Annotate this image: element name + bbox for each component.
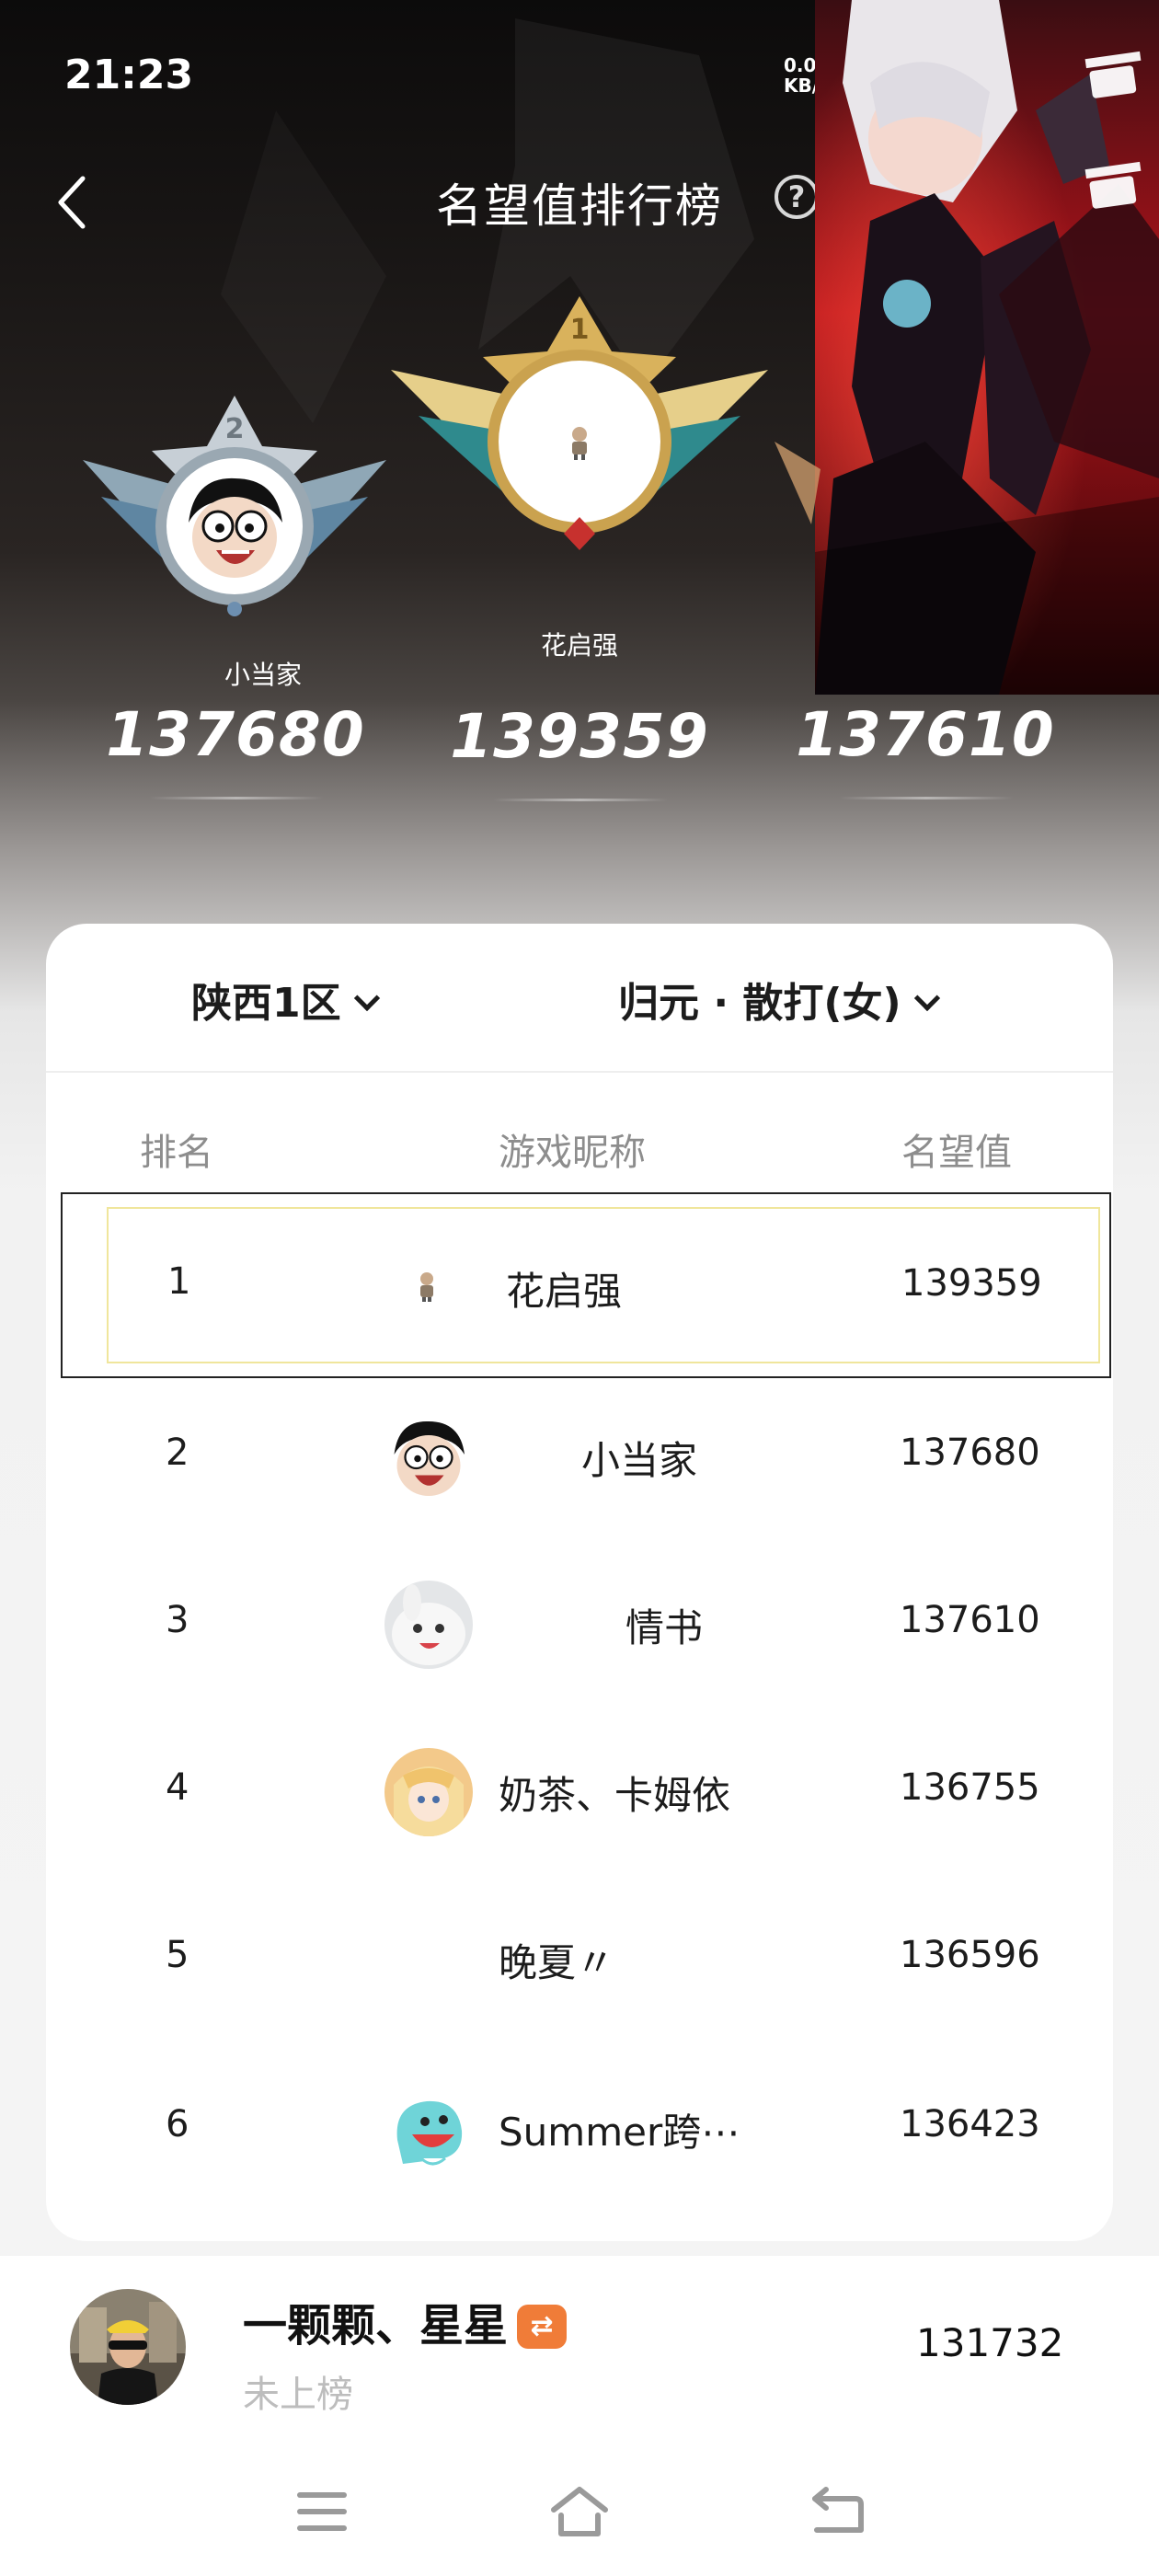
row-rank: 2 — [166, 1432, 189, 1474]
row-score: 136423 — [900, 2103, 1040, 2145]
svg-text:1: 1 — [570, 314, 590, 346]
divider — [839, 797, 1014, 799]
my-avatar — [70, 2289, 186, 2405]
table-row[interactable]: 2 小当家 137680 — [46, 1376, 1113, 1542]
server-dropdown-label: 陕西1区 — [191, 980, 341, 1027]
row-score: 137610 — [900, 1599, 1040, 1641]
column-header-nickname: 游戏昵称 — [499, 1132, 646, 1174]
podium-second-medal[interactable]: 2 — [83, 396, 386, 616]
column-header-rank: 排名 — [140, 1132, 213, 1174]
row-score: 136596 — [900, 1934, 1040, 1976]
menu-icon[interactable] — [289, 2482, 355, 2541]
my-nickname: 一颗颗、星星 — [243, 2300, 509, 2352]
transfer-badge-icon: ⇄ — [517, 2305, 568, 2349]
game-art-overlay[interactable] — [815, 0, 1159, 695]
my-rank-status: 未上榜 — [243, 2374, 353, 2416]
row-nickname: 晚夏〃 — [499, 1940, 615, 1985]
row-score: 137680 — [900, 1432, 1040, 1474]
row-score: 136755 — [900, 1766, 1040, 1809]
row-nickname: 情书 — [625, 1605, 704, 1650]
divider — [493, 799, 668, 801]
help-icon[interactable]: ? — [775, 175, 819, 219]
chevron-down-icon — [913, 984, 940, 1012]
row-nickname: 小当家 — [581, 1438, 698, 1483]
status-time: 21:23 — [64, 52, 194, 98]
ranking-card: 陕西1区 归元 · 散打(女) 排名 游戏昵称 名望值 1 花启强 139359… — [46, 924, 1113, 2241]
podium-first-avatar — [561, 423, 598, 460]
row-avatar — [384, 1581, 473, 1669]
system-nav-bar — [0, 2449, 1159, 2576]
column-header-score: 名望值 — [901, 1132, 1012, 1174]
row-rank: 3 — [166, 1599, 189, 1641]
row-rank: 4 — [166, 1766, 189, 1809]
row-rank: 5 — [166, 1934, 189, 1976]
class-dropdown[interactable]: 归元 · 散打(女) — [618, 970, 940, 1029]
podium-third-score: 137610 — [796, 699, 1055, 770]
divider — [149, 797, 324, 799]
table-row[interactable]: 4 奶茶、卡姆依 136755 — [46, 1711, 1113, 1877]
row-avatar — [384, 1748, 473, 1836]
podium-first-score: 139359 — [450, 701, 709, 772]
table-row[interactable]: 5 晚夏〃 136596 — [46, 1879, 1113, 2044]
my-score: 131732 — [916, 2320, 1064, 2365]
class-dropdown-label: 归元 · 散打(女) — [618, 980, 901, 1027]
my-nickname-row: 一颗颗、星星 ⇄ — [243, 2289, 568, 2354]
podium-second-name: 小当家 — [224, 660, 302, 690]
back-icon[interactable] — [804, 2482, 870, 2541]
row-nickname: 奶茶、卡姆依 — [499, 1773, 731, 1818]
table-row[interactable]: 6 Summer跨⋯ 136423 — [46, 2048, 1113, 2214]
podium-first-name: 花启强 — [540, 630, 618, 661]
server-dropdown[interactable]: 陕西1区 — [191, 970, 380, 1029]
row-rank: 6 — [166, 2103, 189, 2145]
table-row[interactable]: 3 情书 137610 — [46, 1544, 1113, 1709]
row-selection-frame — [61, 1192, 1111, 1378]
row-nickname: Summer跨⋯ — [499, 2110, 740, 2155]
podium-first-medal[interactable]: 1 — [391, 296, 768, 572]
filter-bar: 陕西1区 归元 · 散打(女) — [46, 924, 1113, 1073]
row-avatar — [384, 2085, 473, 2173]
podium-third-medal[interactable] — [775, 423, 820, 543]
my-ranking-bar[interactable]: 一颗颗、星星 ⇄ 未上榜 131732 — [0, 2256, 1159, 2449]
home-icon[interactable] — [546, 2482, 613, 2541]
row-avatar — [384, 1413, 473, 1501]
podium-second-score: 137680 — [106, 699, 365, 770]
svg-text:2: 2 — [225, 413, 245, 445]
podium-second-avatar — [176, 467, 293, 585]
chevron-down-icon — [353, 984, 380, 1012]
